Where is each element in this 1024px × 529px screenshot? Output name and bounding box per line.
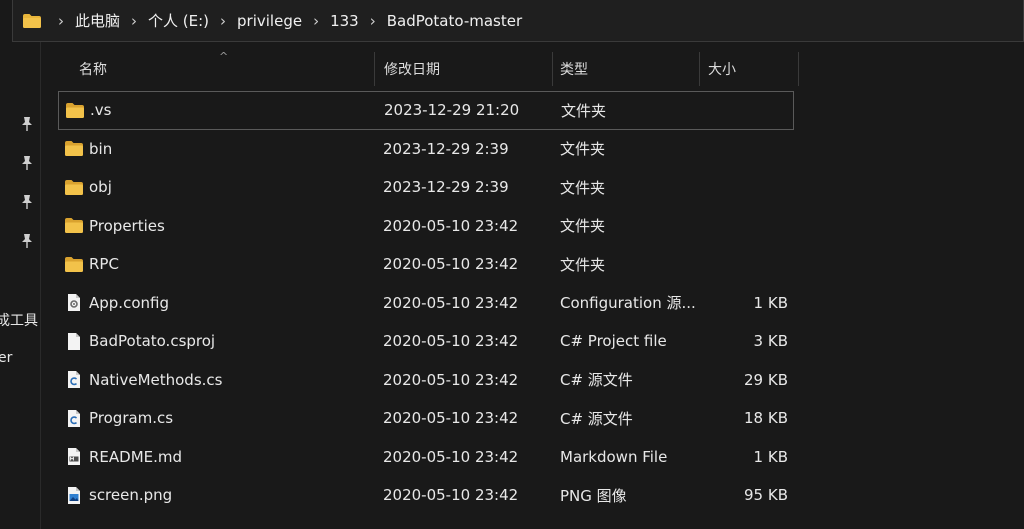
file-type: 文件夹 (560, 255, 606, 274)
file-row[interactable]: screen.png 2020-05-10 23:42 PNG 图像 95 KB (58, 476, 794, 515)
folder-icon (23, 13, 41, 28)
column-header-size[interactable]: 大小 (700, 52, 798, 86)
image-file-icon (65, 476, 83, 515)
breadcrumb-separator: › (131, 11, 138, 30)
file-row[interactable]: Properties 2020-05-10 23:42 文件夹 (58, 207, 794, 246)
file-row[interactable]: NativeMethods.cs 2020-05-10 23:42 C# 源文件… (58, 361, 794, 400)
file-size: 1 KB (753, 447, 788, 466)
file-type: Configuration 源... (560, 294, 696, 313)
file-type: C# 源文件 (560, 371, 633, 390)
csharp-file-icon (65, 361, 83, 400)
breadcrumb-separator: › (369, 11, 376, 30)
file-type: 文件夹 (560, 140, 606, 159)
column-header-name[interactable]: 名称 (40, 52, 374, 86)
folder-icon (65, 130, 83, 169)
pin-icon[interactable] (21, 195, 33, 209)
file-row[interactable]: App.config 2020-05-10 23:42 Configuratio… (58, 284, 794, 323)
folder-icon (65, 207, 83, 246)
file-type: 文件夹 (560, 217, 606, 236)
file-modified-date: 2023-12-29 2:39 (383, 139, 509, 158)
column-divider[interactable] (798, 52, 799, 86)
file-type: 文件夹 (561, 101, 607, 120)
folder-icon (65, 168, 83, 207)
column-header-label: 修改日期 (384, 62, 440, 78)
file-size: 3 KB (753, 332, 788, 351)
folder-icon (65, 245, 83, 284)
pin-icon[interactable] (21, 117, 33, 131)
file-type: 文件夹 (560, 178, 606, 197)
file-name: RPC (89, 255, 119, 274)
file-name: README.md (89, 447, 183, 466)
file-row[interactable]: BadPotato.csproj 2020-05-10 23:42 C# Pro… (58, 322, 794, 361)
breadcrumb-separator: › (220, 11, 227, 30)
file-row[interactable]: .vs 2023-12-29 21:20 文件夹 (58, 91, 794, 130)
file-size: 95 KB (744, 486, 788, 505)
file-name: Program.cs (89, 409, 174, 428)
file-name: App.config (89, 293, 169, 312)
markdown-file-icon (65, 438, 83, 477)
file-explorer-window: › 此电脑 › 个人 (E:) › privilege › 133 › BadP… (0, 0, 1024, 529)
file-modified-date: 2020-05-10 23:42 (383, 332, 519, 351)
blank-file-icon (65, 322, 83, 361)
file-row[interactable]: README.md 2020-05-10 23:42 Markdown File… (58, 438, 794, 477)
file-name: screen.png (89, 486, 173, 505)
breadcrumb-drive[interactable]: 个人 (E:) (148, 10, 209, 31)
breadcrumb: › 此电脑 › 个人 (E:) › privilege › 133 › BadP… (47, 10, 522, 31)
file-name: NativeMethods.cs (89, 370, 223, 389)
file-modified-date: 2023-12-29 2:39 (383, 178, 509, 197)
file-modified-date: 2023-12-29 21:20 (384, 101, 520, 120)
breadcrumb-separator: › (313, 11, 320, 30)
column-header-label: 类型 (560, 62, 588, 78)
file-name: .vs (90, 101, 112, 120)
breadcrumb-privilege[interactable]: privilege (237, 12, 302, 30)
file-row[interactable]: Program.cs 2020-05-10 23:42 C# 源文件 18 KB (58, 399, 794, 438)
file-size: 29 KB (744, 370, 788, 389)
pin-icon[interactable] (21, 156, 33, 170)
column-header-label: 名称 (79, 62, 107, 78)
file-name: Properties (89, 216, 165, 235)
nav-item-partial[interactable]: 成工具 (0, 310, 38, 330)
file-modified-date: 2020-05-10 23:42 (383, 370, 519, 389)
file-modified-date: 2020-05-10 23:42 (383, 293, 519, 312)
breadcrumb-this-pc[interactable]: 此电脑 (75, 10, 120, 31)
file-row[interactable]: obj 2023-12-29 2:39 文件夹 (58, 168, 794, 207)
file-modified-date: 2020-05-10 23:42 (383, 255, 519, 274)
breadcrumb-current-folder[interactable]: BadPotato-master (387, 12, 522, 30)
breadcrumb-separator: › (58, 11, 64, 30)
file-name: bin (89, 139, 113, 158)
navigation-pane: 成工具 er (0, 42, 41, 529)
file-name: BadPotato.csproj (89, 332, 216, 351)
file-type: PNG 图像 (560, 486, 627, 505)
file-size: 18 KB (744, 409, 788, 428)
folder-icon (66, 92, 84, 129)
file-modified-date: 2020-05-10 23:42 (383, 486, 519, 505)
file-type: C# 源文件 (560, 409, 633, 428)
file-row[interactable]: RPC 2020-05-10 23:42 文件夹 (58, 245, 794, 284)
file-name: obj (89, 178, 112, 197)
file-type: C# Project file (560, 332, 667, 351)
file-size: 1 KB (753, 293, 788, 312)
column-header-label: 大小 (708, 62, 736, 78)
file-type: Markdown File (560, 447, 668, 466)
file-modified-date: 2020-05-10 23:42 (383, 216, 519, 235)
column-header-row: ^ 名称 修改日期 类型 大小 (40, 50, 1024, 86)
file-modified-date: 2020-05-10 23:42 (383, 447, 519, 466)
file-modified-date: 2020-05-10 23:42 (383, 409, 519, 428)
csharp-file-icon (65, 399, 83, 438)
config-file-icon (65, 284, 83, 323)
breadcrumb-133[interactable]: 133 (330, 12, 359, 30)
address-bar[interactable]: › 此电脑 › 个人 (E:) › privilege › 133 › BadP… (12, 0, 1024, 42)
column-header-type[interactable]: 类型 (553, 52, 699, 86)
file-row[interactable]: bin 2023-12-29 2:39 文件夹 (58, 130, 794, 169)
pin-icon[interactable] (21, 234, 33, 248)
file-list: .vs 2023-12-29 21:20 文件夹 bin 2023-12-29 … (58, 91, 798, 515)
column-header-date[interactable]: 修改日期 (375, 52, 552, 86)
nav-item-partial[interactable]: er (0, 350, 12, 366)
